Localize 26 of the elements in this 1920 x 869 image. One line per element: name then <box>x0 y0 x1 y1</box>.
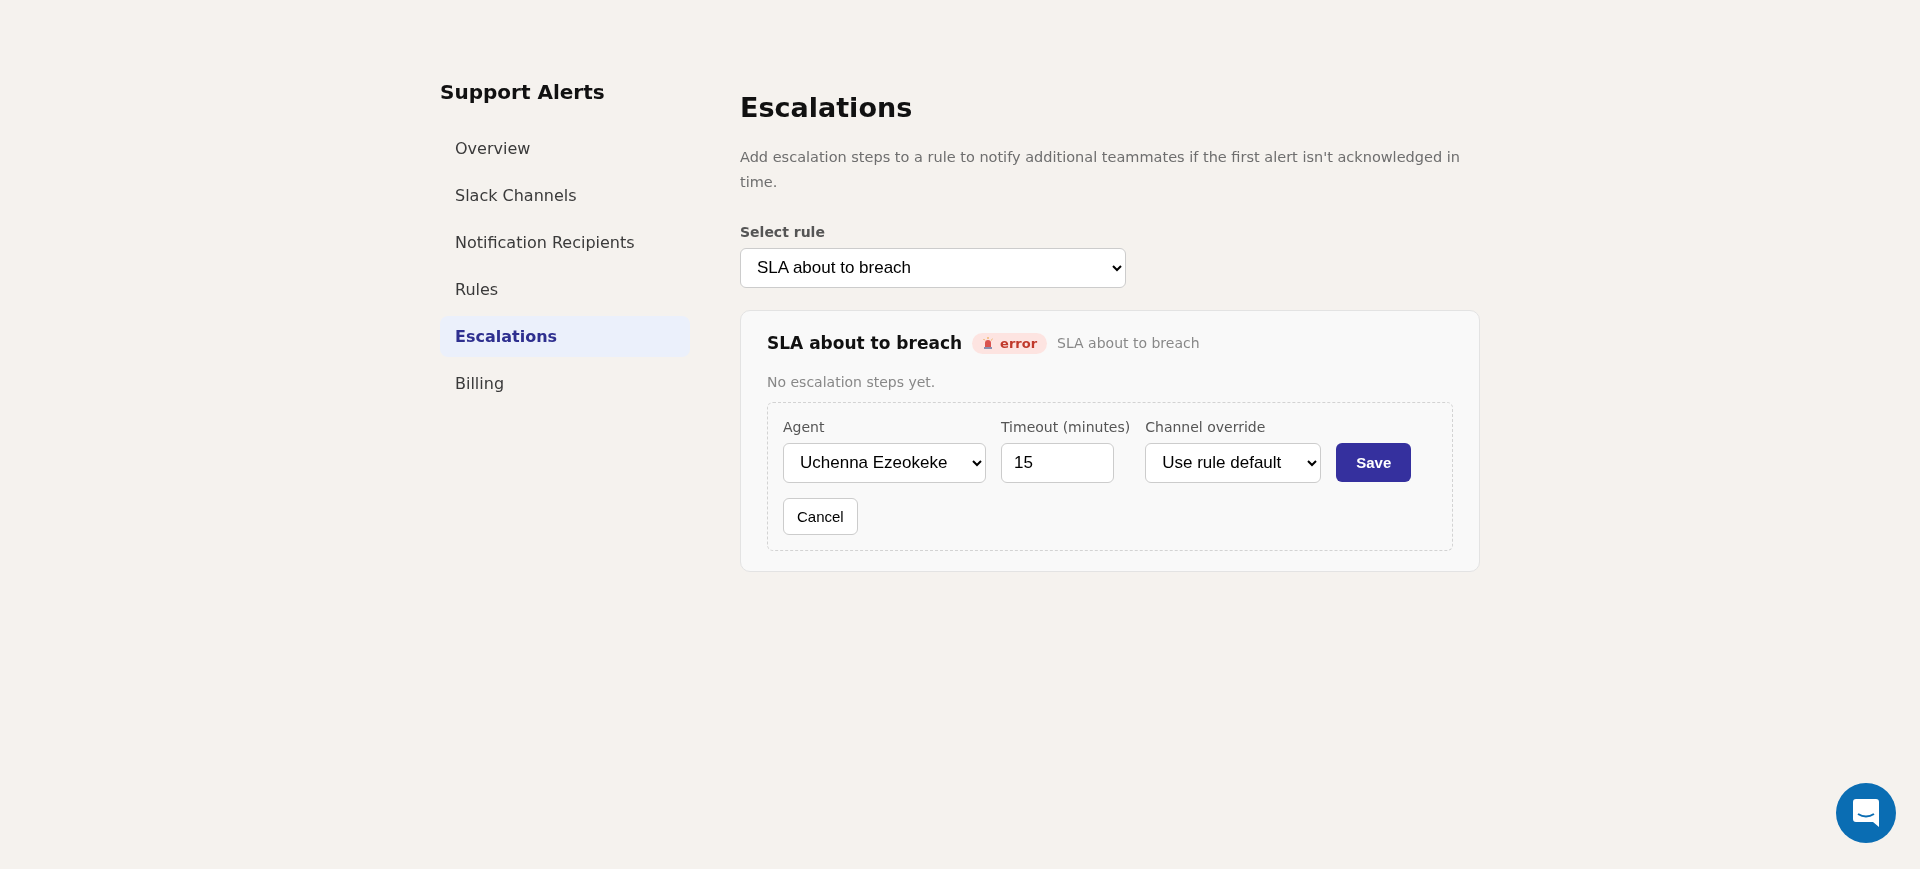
rule-subtitle: SLA about to breach <box>1057 335 1200 352</box>
app-title: Support Alerts <box>440 80 606 104</box>
sidebar-item[interactable]: Notification Recipients <box>440 222 690 263</box>
siren-icon <box>982 337 995 350</box>
page-title: Escalations <box>740 92 914 123</box>
sidebar-item[interactable]: Slack Channels <box>440 175 690 216</box>
field-label: Select rule <box>740 223 826 240</box>
sidebar-item[interactable]: Billing <box>440 363 690 404</box>
cancel-button[interactable]: Cancel <box>783 497 858 535</box>
chat-icon <box>1853 799 1879 827</box>
sidebar-item[interactable]: Escalations <box>440 316 690 357</box>
field-label: Timeout (minutes) <box>1001 418 1131 435</box>
field-label: Agent <box>783 418 826 435</box>
empty-message: No escalation steps yet. <box>767 373 937 390</box>
field-label: Channel override <box>1145 418 1267 435</box>
sidebar-item[interactable]: Overview <box>440 128 690 169</box>
rule-select[interactable]: SLA about to breach <box>740 247 1126 288</box>
sidebar-item[interactable]: Rules <box>440 269 690 310</box>
rule-title: SLA about to breach <box>767 333 963 354</box>
severity-badge: error <box>972 332 1048 354</box>
agent-select[interactable]: Uchenna Ezeokeke <box>783 442 986 483</box>
chat-button[interactable] <box>1836 783 1896 843</box>
channel-select[interactable]: Use rule default <box>1145 442 1322 483</box>
page-description: Add escalation steps to a rule to notify additional teammates if the first alert isn't acknowledged in time. <box>740 148 1461 193</box>
timeout-field[interactable]: 15 <box>1001 442 1114 483</box>
save-button[interactable]: Save <box>1336 442 1412 482</box>
